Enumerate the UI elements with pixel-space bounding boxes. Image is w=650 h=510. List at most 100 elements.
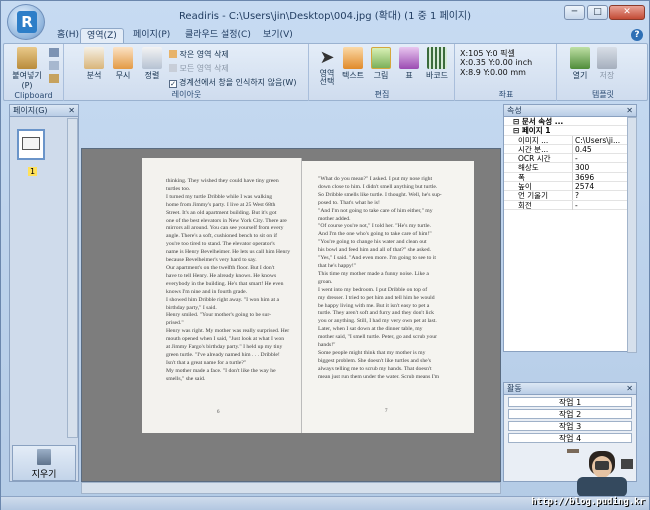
arrange-label: 정렬 [144,71,160,80]
thumbnail-image [22,137,40,150]
graphic-zone-button[interactable]: 그림 [366,47,396,81]
text-zone-icon [343,47,363,69]
right-page-line: mother said, "I smell turtle. Peter, go … [318,334,437,341]
right-page-line: down close to him. I didn't smell anythi… [318,183,438,190]
left-page-line: Henry smiled. "Your mother's going to be… [166,312,272,319]
maximize-button[interactable]: □ [587,5,608,20]
activity-job[interactable]: 작업 3 [508,421,632,431]
barcode-icon [427,47,447,69]
group-coordinates: X:105 Y:0 픽셀 X:0.35 Y:0.00 inch X:8.9 Y:… [456,44,557,101]
paste-button[interactable]: 붙여넣기(P) [10,47,44,90]
right-page: "What do you mean?" I asked. I put my no… [302,161,474,433]
activity-close-icon[interactable]: ✕ [626,383,633,395]
clipboard-icon [17,47,37,69]
coord-inch: X:0.35 Y:0.00 inch [460,58,533,67]
cut-icon[interactable] [49,48,59,57]
tab-page[interactable]: 페이지(P) [127,28,176,44]
coord-mm: X:8.9 Y:0.00 mm [460,68,526,77]
right-page-line: groan. [318,278,333,285]
property-row[interactable]: OCR 시간 - [504,154,637,164]
right-page-line: his bowl and feed him and all of that?" … [318,247,432,254]
pages-panel-title: 페이지(G) [13,106,48,115]
format-icon[interactable] [49,74,59,83]
property-row[interactable]: 회전 - [504,200,637,210]
group-label-coordinates: 좌표 [498,90,514,99]
ignore-border-checkbox[interactable]: ✓ 경계선에서 창을 인식하지 않음(W) [169,77,296,88]
delete-page-label: 지우기 [31,470,57,480]
barcode-zone-button[interactable]: 바코드 [422,47,452,81]
right-page-line: I went into my bedroom. I put Dribble on… [318,286,428,293]
activity-job[interactable]: 작업 2 [508,409,632,419]
group-label-clipboard: Clipboard [14,91,53,100]
right-page-line: "Of course you're not," I told her. "He'… [318,223,431,230]
document-view[interactable]: thinking. They wished they could have ti… [81,148,501,482]
help-icon[interactable]: ? [631,29,643,41]
property-key: 해상도 [518,163,539,173]
group-clipboard: 붙여넣기(P) Clipboard [4,44,64,101]
left-page-line: thinking. They wished they could have ti… [166,178,279,184]
right-page-line: "And I'm not going to take care of him e… [318,207,433,214]
property-key: ⊟ 문서 속성 ... [513,117,564,126]
right-page-number: 7 [385,409,388,414]
left-page-line: everybody in the building. He's that sma… [166,280,284,287]
analyze-button[interactable]: 분석 [79,47,109,81]
page-thumbnail[interactable] [17,129,45,160]
template-save-button: 저장 [592,47,622,81]
right-page-line: biggest problem. She doesn't like turtle… [318,357,431,364]
close-button[interactable]: ✕ [609,5,645,20]
delete-small-zones-button[interactable]: 작은 영역 삭제 [169,49,229,60]
property-row[interactable]: ⊟ 문서 속성 ... [504,117,637,127]
left-page-line: mirrors all around. You can see yourself… [166,225,284,232]
property-row[interactable]: 이미지 ... C:\Users\ji... [504,135,637,145]
analyze-icon [84,47,104,69]
right-page-line: mother added. [318,215,351,222]
pages-scrollbar[interactable] [67,118,78,438]
properties-scrollbar[interactable] [627,117,637,353]
delete-small-icon [169,50,177,58]
properties-close-icon[interactable]: ✕ [626,105,633,117]
right-page-line: So Dribble smells like turtle. I thought… [318,191,442,198]
app-menu-button[interactable]: R [7,4,45,40]
document-horizontal-scrollbar[interactable] [81,482,501,494]
property-row[interactable]: ⊟ 페이지 1 [504,126,637,136]
minimize-button[interactable]: ─ [564,5,585,20]
property-row[interactable]: 폭 3696 [504,172,637,183]
left-page-line: because Bevelheimer's very hard to say. [166,257,257,264]
pages-panel: 페이지(G) ✕ 1 지우기 [9,104,79,482]
template-open-label: 열기 [572,71,588,80]
tab-view[interactable]: 보기(V) [257,28,299,44]
arrange-button[interactable]: 정렬 [137,47,167,81]
arrange-icon [142,47,162,69]
template-open-button[interactable]: 열기 [565,47,595,81]
table-zone-button[interactable]: 표 [394,47,424,81]
left-page-line: home from Jimmy's party. I live at 25 We… [166,201,276,208]
pages-panel-header: 페이지(G) ✕ [10,105,78,117]
tab-cloud-settings[interactable]: 클라우드 설정(C) [179,28,257,44]
delete-page-button[interactable]: 지우기 [12,445,76,481]
text-zone-label: 텍스트 [341,71,365,80]
property-row[interactable]: 해상도 300 [504,163,637,173]
activity-job[interactable]: 작업 1 [508,397,632,407]
activity-jobs: 작업 1 작업 2 작업 3 작업 4 [504,397,636,443]
graphic-zone-icon [371,47,391,69]
right-page-text: "What do you mean?" I asked. I put my no… [318,176,466,382]
left-page-line: mouth opened when I said, "Just look at … [166,336,285,343]
ignore-button[interactable]: 무시 [108,47,138,81]
property-key: 시간 분... [518,144,549,154]
text-zone-button[interactable]: 텍스트 [338,47,368,81]
template-save-label: 저장 [599,71,615,80]
group-label-template: 템플릿 [591,90,615,99]
graphic-zone-label: 그림 [373,71,389,80]
left-page-line: My mother made a face. "I don't like the… [166,367,276,374]
tab-zone[interactable]: 영역(Z) [80,28,124,44]
watermark-person-image [567,449,633,497]
right-page-line: "You're going to change his water and cl… [318,239,427,246]
property-row[interactable]: 언 기울기? [504,191,637,201]
property-row[interactable]: 높이 2574 [504,182,637,192]
pin-icon[interactable]: ✕ [68,105,75,117]
left-page: thinking. They wished they could have ti… [142,158,302,433]
right-page-line: "Yes," I said. "And even more. I'm going… [318,255,436,262]
copy-icon[interactable] [49,61,59,70]
trash-icon [37,449,51,465]
property-row[interactable]: 시간 분... 0.45 [504,144,637,155]
